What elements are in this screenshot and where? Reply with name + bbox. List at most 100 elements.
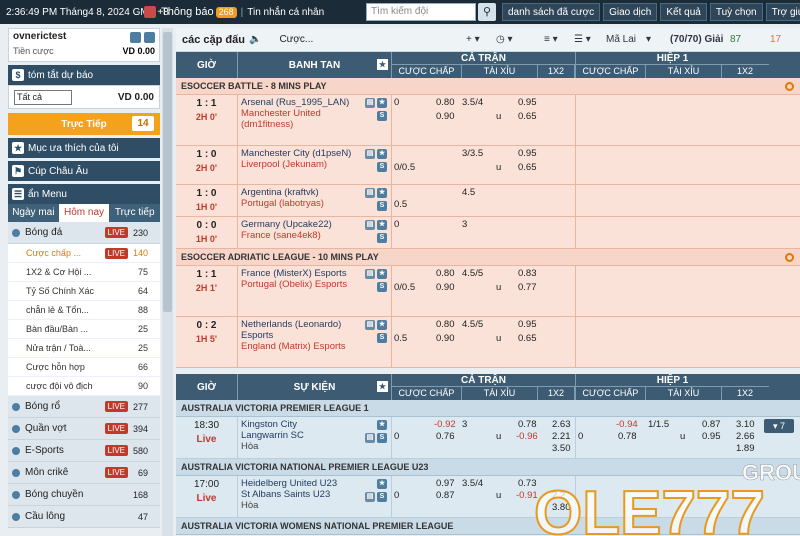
s-icon[interactable]: S <box>377 201 387 211</box>
sub-item[interactable]: Tỷ Số Chính Xác 64 <box>8 282 160 301</box>
tab-tomorrow[interactable]: Ngày mai <box>8 204 59 222</box>
h-odds-under[interactable]: 0.95 <box>702 431 721 442</box>
star-icon[interactable]: ★ <box>377 420 387 430</box>
mail-icon[interactable] <box>130 32 141 43</box>
odds-under[interactable]: -0.96 <box>516 431 538 442</box>
search-icon[interactable]: ⚲ <box>478 3 496 21</box>
list-icon[interactable]: ☰ ▾ <box>574 34 591 45</box>
count-17[interactable]: 17 <box>770 34 781 45</box>
odds-under[interactable]: -0.91 <box>516 490 538 501</box>
stats-icon[interactable]: ▤ <box>365 98 375 108</box>
home-team[interactable]: Netherlands (Leonardo) Esports <box>241 319 359 341</box>
stats-icon[interactable]: ▤ <box>365 320 375 330</box>
h-odds-away[interactable]: 0.78 <box>618 431 637 442</box>
star-icon[interactable]: ★ <box>377 220 387 230</box>
away-team[interactable]: Liverpool (Jekunam) <box>241 159 359 170</box>
away-team[interactable]: Manchester United (dm1fitness) <box>241 108 359 130</box>
away-team[interactable]: France (sane4ek8) <box>241 230 359 241</box>
league-header[interactable]: AUSTRALIA VICTORIA PREMIER LEAGUE 1 <box>176 400 800 417</box>
nav-help[interactable]: Trợ giúp <box>765 3 800 21</box>
star-icon[interactable]: ★ <box>377 98 387 108</box>
sport-item-cricket[interactable]: Môn crikê LIVE 69 <box>8 462 160 484</box>
notifications[interactable]: Thông báo 268 <box>161 6 237 18</box>
away-team[interactable]: Portugal (Obelix) Esports <box>241 279 359 290</box>
stats-icon[interactable]: ▤ <box>365 149 375 159</box>
sport-item-badminton[interactable]: Cầu lông 47 <box>8 506 160 528</box>
tab-today[interactable]: Hôm nay <box>58 204 110 222</box>
sub-item-handicap[interactable]: Cược chấp ... LIVE 140 <box>8 244 160 263</box>
odds-over[interactable]: 0.83 <box>518 268 537 279</box>
league-header[interactable]: ESOCCER ADRIATIC LEAGUE - 10 MINS PLAY <box>176 249 800 266</box>
scroll-thumb[interactable] <box>163 32 172 312</box>
search-input[interactable]: Tìm kiếm đội <box>366 3 476 21</box>
star-icon[interactable]: ★ <box>377 320 387 330</box>
stats-icon[interactable]: ▤ <box>365 220 375 230</box>
notifications-label[interactable]: Thông báo <box>161 6 214 18</box>
sub-item[interactable]: chẵn lẻ & Tổn... 88 <box>8 301 160 320</box>
odds-over[interactable]: 0.73 <box>518 478 537 489</box>
odds-away[interactable]: 0.90 <box>436 111 455 122</box>
odds-over[interactable]: 0.95 <box>518 97 537 108</box>
stats-icon[interactable]: ▤ <box>365 492 375 502</box>
s-icon[interactable]: S <box>377 282 387 292</box>
sort-icon[interactable]: ≡ ▾ <box>544 34 558 45</box>
dropdown-icon[interactable]: ▾ <box>646 34 651 45</box>
h-odds-1[interactable]: 3.10 <box>736 419 755 430</box>
nav-transactions[interactable]: Giao dịch <box>603 3 658 21</box>
h-odds-2[interactable]: 2.66 <box>736 431 755 442</box>
more-bets-button[interactable]: ▾ 7 <box>764 419 794 433</box>
s-icon[interactable]: S <box>377 333 387 343</box>
s-icon[interactable]: S <box>377 162 387 172</box>
s-icon[interactable]: S <box>377 492 387 502</box>
odds-type-select[interactable]: Mã Lai <box>606 34 636 45</box>
odds-home[interactable]: 0.97 <box>436 478 455 489</box>
home-team[interactable]: Argentina (kraftvk) <box>241 187 359 198</box>
tab-live[interactable]: Trực tiếp <box>109 204 160 222</box>
odds-2[interactable]: 2.21 <box>552 431 571 442</box>
nav-options[interactable]: Tuỳ chọn <box>709 3 763 21</box>
odds-under[interactable]: 0.77 <box>518 282 537 293</box>
odds-home[interactable]: -0.92 <box>434 419 456 430</box>
refresh-icon[interactable] <box>144 32 155 43</box>
odds-away[interactable]: 0.87 <box>436 490 455 501</box>
away-team[interactable]: England (Matrix) Esports <box>241 341 359 352</box>
away-team[interactable]: Portugal (labotryas) <box>241 198 359 209</box>
odds-over[interactable]: 0.95 <box>518 319 537 330</box>
sport-item-esports[interactable]: E-Sports LIVE 580 <box>8 440 160 462</box>
star-icon[interactable]: ★ <box>377 59 388 70</box>
odds-draw[interactable]: 3.80 <box>552 502 571 513</box>
star-icon[interactable]: ★ <box>377 149 387 159</box>
live-button[interactable]: Trực Tiếp 14 <box>8 113 160 135</box>
home-team[interactable]: France (MisterX) Esports <box>241 268 359 279</box>
odds-1[interactable]: 2.63 <box>552 419 571 430</box>
league-header[interactable]: AUSTRALIA VICTORIA WOMENS NATIONAL PREMI… <box>176 518 800 535</box>
count-87[interactable]: 87 <box>730 34 741 45</box>
summary-header[interactable]: $ tóm tắt dự báo <box>8 65 160 85</box>
calendar-icon[interactable] <box>144 6 156 18</box>
messages-link[interactable]: Tin nhắn cá nhân <box>247 7 324 18</box>
summary-select[interactable]: Tất cả <box>14 89 72 105</box>
sub-item[interactable]: cược đội vô địch 90 <box>8 377 160 396</box>
league-header[interactable]: AUSTRALIA VICTORIA NATIONAL PREMIER LEAG… <box>176 459 800 476</box>
speaker-icon[interactable]: 🔈 <box>249 34 261 45</box>
odds-under[interactable]: 0.65 <box>518 162 537 173</box>
odds-1[interactable]: 2.2 <box>552 490 565 501</box>
h-odds-home[interactable]: -0.94 <box>616 419 638 430</box>
odds-home[interactable]: 0.80 <box>436 319 455 330</box>
clock-icon[interactable]: ◷ ▾ <box>496 34 513 45</box>
odds-away[interactable]: 0.90 <box>436 282 455 293</box>
star-icon[interactable]: ★ <box>377 269 387 279</box>
sidebar-scrollbar[interactable] <box>162 28 173 536</box>
odds-under[interactable]: 0.65 <box>518 111 537 122</box>
home-team[interactable]: Arsenal (Rus_1995_LAN) <box>241 97 359 108</box>
stats-icon[interactable]: ▤ <box>365 188 375 198</box>
refresh-icon[interactable] <box>785 253 794 262</box>
sub-item[interactable]: Bàn đầu/Bàn ... 25 <box>8 320 160 339</box>
s-icon[interactable]: S <box>377 433 387 443</box>
add-icon[interactable]: + ▾ <box>466 34 480 45</box>
odds-home[interactable]: 0.80 <box>436 268 455 279</box>
bet-type-filter[interactable]: Cược... <box>279 34 313 45</box>
odds-home[interactable]: 0.80 <box>436 97 455 108</box>
star-icon[interactable]: ★ <box>377 381 388 392</box>
sport-item-basketball[interactable]: Bóng rổ LIVE 277 <box>8 396 160 418</box>
